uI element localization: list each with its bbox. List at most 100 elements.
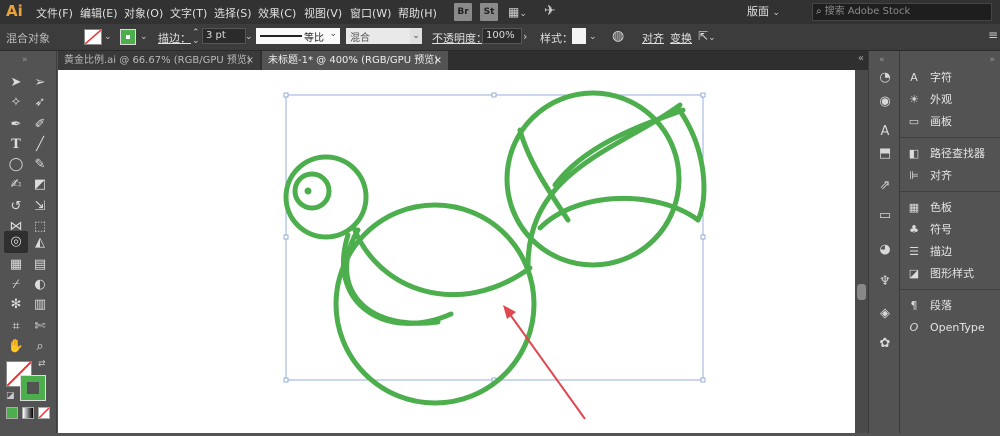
transform-link[interactable]: 变换 bbox=[670, 30, 692, 46]
panel-swatches[interactable]: ▦ 色板 bbox=[906, 199, 952, 217]
stroke-weight-input[interactable]: 3 pt bbox=[202, 28, 246, 44]
transparency-icon[interactable]: ◕ bbox=[876, 241, 894, 259]
panel-pathfinder[interactable]: ◧ 路径查找器 bbox=[906, 145, 985, 163]
workspace-switcher[interactable]: 版面 ⌄ bbox=[747, 3, 801, 21]
menu-effect[interactable]: 效果(C) bbox=[258, 5, 296, 21]
type-tool-icon[interactable]: T bbox=[6, 135, 26, 155]
brush-definition[interactable]: 混合 bbox=[346, 28, 410, 44]
close-icon[interactable]: × bbox=[434, 51, 442, 70]
symbol-sprayer-tool-icon[interactable]: ✻ bbox=[6, 295, 26, 315]
tab-golden-ratio[interactable]: 黄金比例.ai @ 66.67% (RGB/GPU 预览) × bbox=[58, 51, 260, 70]
library-icon[interactable]: ⬒ bbox=[876, 145, 894, 163]
color-mode-button[interactable] bbox=[6, 407, 18, 419]
align-link[interactable]: 对齐 bbox=[642, 30, 664, 46]
fill-dropdown-icon[interactable]: ⌄ bbox=[104, 32, 112, 42]
isolate-group-icon[interactable]: ⇱⌄ bbox=[698, 29, 716, 43]
hand-tool-icon[interactable]: ✋ bbox=[6, 337, 26, 357]
menu-type[interactable]: 文字(T) bbox=[170, 5, 207, 21]
ellipse-tool-icon[interactable]: ◯ bbox=[6, 155, 26, 175]
swap-fill-stroke-icon[interactable]: ⇄ bbox=[38, 359, 46, 369]
selection-tool-icon[interactable]: ➤ bbox=[6, 73, 26, 93]
gpu-performance-icon[interactable]: ✈ bbox=[544, 3, 556, 19]
menu-file[interactable]: 文件(F) bbox=[36, 5, 73, 21]
style-dropdown-icon[interactable]: ⌄ bbox=[589, 32, 597, 42]
opacity-arrow-icon[interactable]: › bbox=[523, 30, 527, 43]
panel-artboards[interactable]: ▭ 画板 bbox=[906, 113, 952, 131]
opacity-input[interactable]: 100% bbox=[482, 28, 522, 44]
artboard-canvas[interactable] bbox=[58, 70, 855, 433]
menu-view[interactable]: 视图(V) bbox=[304, 5, 342, 21]
panel-appearance[interactable]: ☀ 外观 bbox=[906, 91, 952, 109]
stock-search-input[interactable]: ⌕ 搜索 Adobe Stock bbox=[812, 3, 992, 21]
panel-character[interactable]: A 字符 bbox=[906, 69, 952, 87]
lasso-tool-icon[interactable]: ➶ bbox=[30, 93, 50, 113]
menu-object[interactable]: 对象(O) bbox=[124, 5, 163, 21]
panel-opentype[interactable]: O OpenType bbox=[906, 319, 985, 337]
export-icon[interactable]: ⇗ bbox=[876, 177, 894, 195]
shaper-tool-icon[interactable]: ✍ bbox=[6, 175, 26, 195]
recolor-artwork-icon[interactable]: ◍ bbox=[612, 28, 624, 44]
scale-tool-icon[interactable]: ⇲ bbox=[30, 197, 50, 217]
fill-color-swatch[interactable] bbox=[84, 29, 102, 45]
brushes-icon[interactable]: ✿ bbox=[876, 335, 894, 353]
gradient-tool-icon[interactable]: ▤ bbox=[30, 255, 50, 275]
line-tool-icon[interactable]: ╱ bbox=[30, 135, 50, 155]
pen-tool-icon[interactable]: ✒ bbox=[6, 115, 26, 135]
variable-width-profile[interactable]: 等比 ⌄ bbox=[256, 28, 340, 44]
slice-tool-icon[interactable]: ✄ bbox=[30, 317, 50, 337]
blend-tool-icon[interactable]: ◐ bbox=[30, 275, 50, 295]
collapse-icon-strip-icon[interactable]: « bbox=[879, 55, 885, 65]
panel-menu-icon[interactable]: ≡ bbox=[988, 28, 998, 42]
expand-panels-icon[interactable]: » bbox=[989, 55, 995, 65]
bridge-button[interactable]: Br bbox=[454, 3, 472, 21]
paintbrush-tool-icon[interactable]: ✎ bbox=[30, 155, 50, 175]
stroke-weight-stepper-icon[interactable]: ⌃ ⌄ bbox=[192, 29, 200, 46]
panel-align[interactable]: ⊫ 对齐 bbox=[906, 167, 952, 185]
stroke-dropdown-icon[interactable]: ⌄ bbox=[140, 32, 148, 42]
panel-paragraph[interactable]: ¶ 段落 bbox=[906, 297, 953, 315]
none-mode-button[interactable] bbox=[38, 407, 50, 419]
curvature-tool-icon[interactable]: ✐ bbox=[30, 115, 50, 135]
eyedropper-tool-icon[interactable]: ⌿ bbox=[6, 275, 26, 295]
tab-untitled-1[interactable]: 未标题-1* @ 400% (RGB/GPU 预览) × bbox=[262, 51, 448, 70]
vertical-scrollbar[interactable] bbox=[855, 70, 868, 433]
opacity-label[interactable]: 不透明度： bbox=[432, 30, 487, 46]
character-panel-icon[interactable]: A bbox=[876, 123, 894, 141]
menu-window[interactable]: 窗口(W) bbox=[350, 5, 391, 21]
stroke-weight-dropdown-icon[interactable]: ⌄ bbox=[245, 32, 253, 42]
shape-builder-tool-icon[interactable]: ◎ bbox=[4, 231, 28, 253]
menu-select[interactable]: 选择(S) bbox=[214, 5, 252, 21]
rotate-tool-icon[interactable]: ↺ bbox=[6, 197, 26, 217]
eraser-tool-icon[interactable]: ◩ bbox=[30, 175, 50, 195]
arrange-documents-icon[interactable]: ▦⌄ bbox=[508, 5, 534, 19]
color-guide-icon[interactable]: ◔ bbox=[876, 69, 894, 87]
stroke-color-swatch[interactable] bbox=[120, 29, 136, 45]
brush-dropdown-icon[interactable]: ⌄ bbox=[410, 28, 422, 44]
menu-help[interactable]: 帮助(H) bbox=[398, 5, 437, 21]
panel-graphic-styles[interactable]: ◪ 图形样式 bbox=[906, 265, 974, 283]
direct-selection-tool-icon[interactable]: ➢ bbox=[30, 73, 50, 93]
collapse-tools-icon[interactable]: » bbox=[22, 55, 28, 65]
default-fill-stroke-icon[interactable]: ◪ bbox=[6, 391, 15, 401]
scrollbar-thumb[interactable] bbox=[857, 284, 866, 300]
live-paint-tool-icon[interactable]: ◭ bbox=[30, 233, 50, 253]
perspective-grid-tool-icon[interactable]: ▦ bbox=[6, 255, 26, 275]
puppet-icon[interactable]: ♆ bbox=[876, 273, 894, 291]
layers-icon[interactable]: ◈ bbox=[876, 305, 894, 323]
panel-symbols[interactable]: ♣ 符号 bbox=[906, 221, 952, 239]
gradient-panel-icon[interactable]: ▭ bbox=[876, 207, 894, 225]
graphic-style-swatch[interactable] bbox=[572, 28, 586, 44]
stroke-label[interactable]: 描边： bbox=[158, 30, 191, 46]
magic-wand-tool-icon[interactable]: ✧ bbox=[6, 93, 26, 113]
close-icon[interactable]: × bbox=[246, 51, 254, 70]
zoom-tool-icon[interactable]: ⌕ bbox=[30, 337, 50, 357]
stock-button[interactable]: St bbox=[480, 3, 498, 21]
stroke-indicator[interactable] bbox=[20, 375, 46, 401]
column-graph-tool-icon[interactable]: ▥ bbox=[30, 295, 50, 315]
menu-edit[interactable]: 编辑(E) bbox=[80, 5, 118, 21]
gradient-mode-button[interactable] bbox=[22, 407, 34, 419]
artboard-tool-icon[interactable]: ⌗ bbox=[6, 317, 26, 337]
color-icon[interactable]: ◉ bbox=[876, 93, 894, 111]
collapse-panels-icon[interactable]: « bbox=[858, 53, 864, 64]
panel-stroke[interactable]: ☰ 描边 bbox=[906, 243, 952, 261]
